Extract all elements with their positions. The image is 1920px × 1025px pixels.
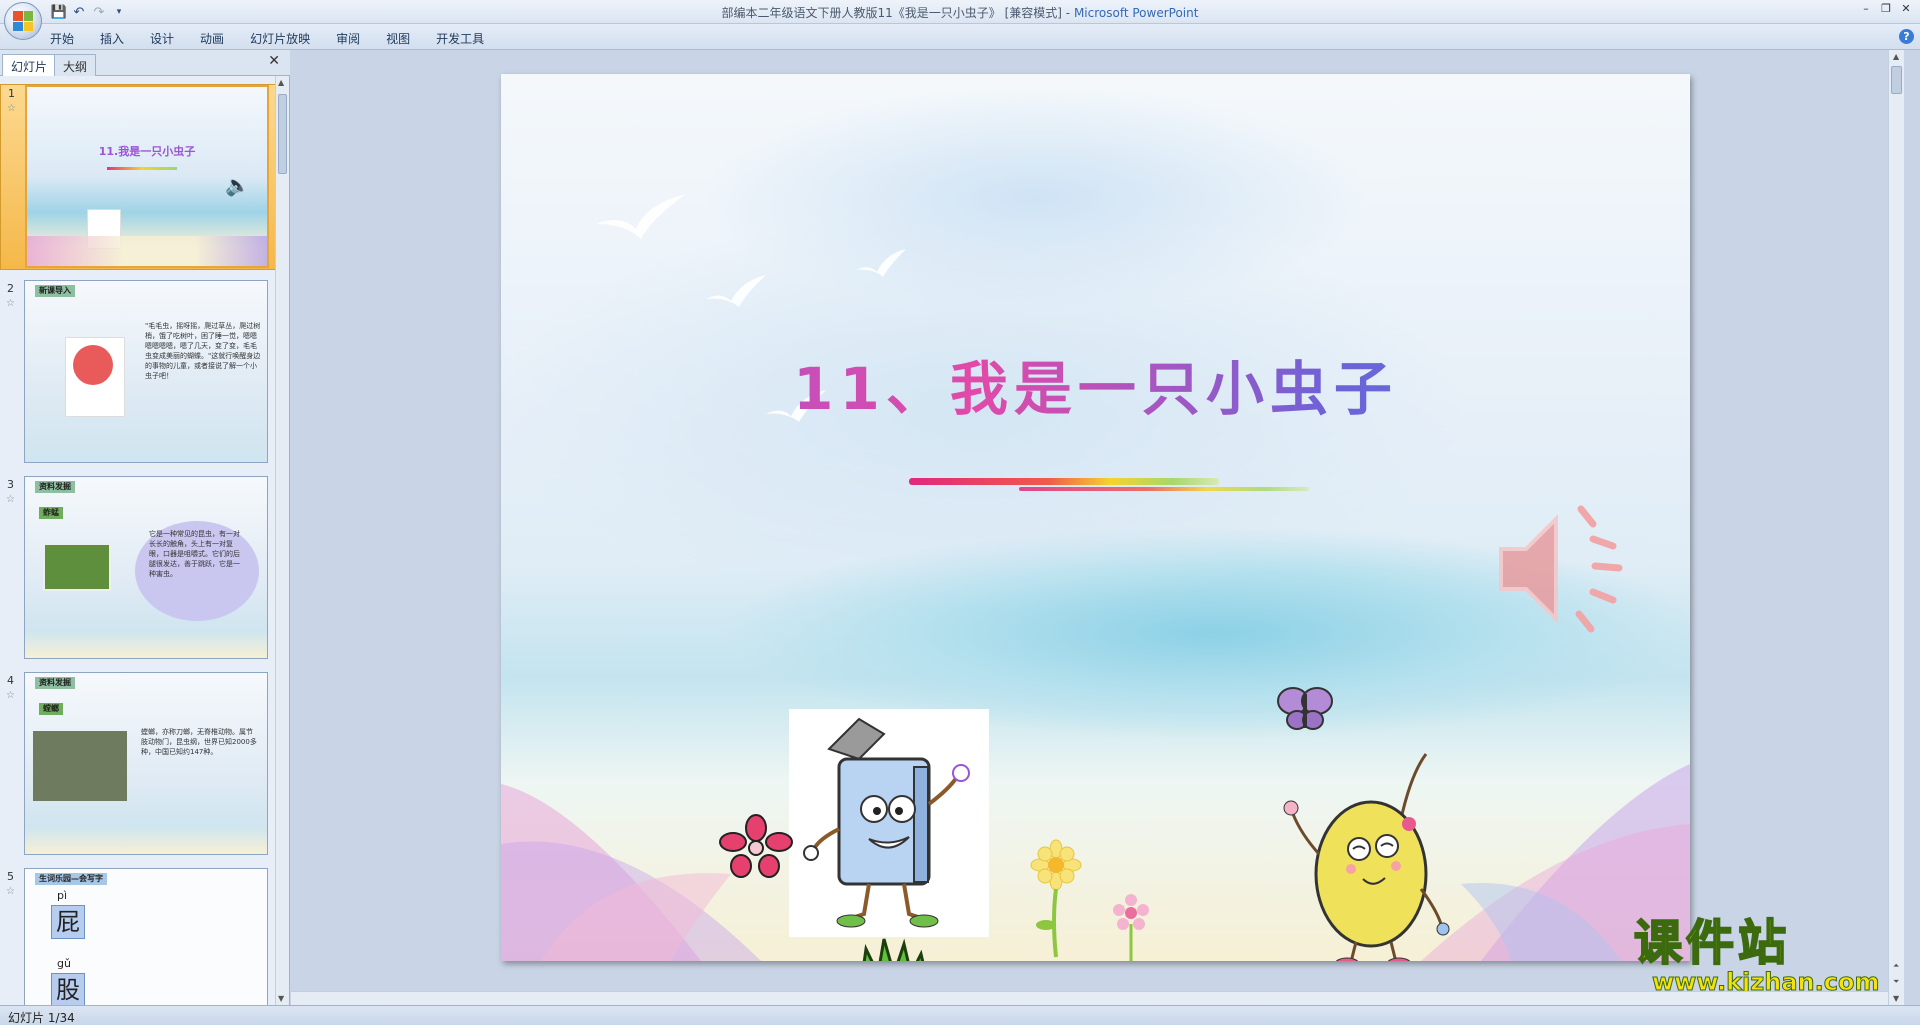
document-title: 部编本二年级语文下册人教版11《我是一只小虫子》 [兼容模式] -	[721, 6, 1074, 20]
thumbnail-header: 新课导入	[35, 285, 75, 297]
thumbnail-slide-1[interactable]: 1 ☆ 11.我是一只小虫子 🔈	[0, 84, 276, 270]
tab-home[interactable]: 开始	[50, 30, 74, 47]
prev-slide-icon[interactable]: ⏶	[1893, 961, 1899, 971]
thumbnail-preview: 生词乐园—会写字 pì 屁 gǔ 股	[24, 868, 268, 1005]
scroll-down-icon[interactable]: ▼	[1893, 994, 1899, 1003]
tab-slideshow[interactable]: 幻灯片放映	[250, 30, 310, 47]
bird-icon	[856, 249, 906, 277]
thumbnail-text: "毛毛虫，摇呀摇，爬过草丛，爬过树梢，饿了吃树叶，困了睡一觉，嗯嗯嗯嗯嗯嗯，嗯了…	[145, 322, 261, 380]
thumbnail-title: 11.我是一只小虫子	[98, 145, 196, 158]
thumbnail-slide-5[interactable]: 5 ☆ 生词乐园—会写字 pì 屁 gǔ 股	[0, 868, 276, 1005]
close-button[interactable]: ✕	[1896, 2, 1916, 18]
horizontal-scrollbar[interactable]	[291, 991, 1888, 1005]
pane-tabs: 幻灯片 大纲 ✕	[0, 50, 290, 76]
slides-pane: 幻灯片 大纲 ✕ 1 ☆ 11.我是一只小虫子 🔈 2 ☆ 新课导入 "毛毛虫，…	[0, 50, 290, 1005]
pink-flower-icon	[1113, 894, 1149, 961]
thumbnail-text: 螳螂，亦称刀螂，无脊椎动物。属节肢动物门，昆虫纲，世界已知2000多种，中国已知…	[141, 728, 257, 756]
animation-star-icon: ☆	[6, 494, 15, 505]
character-card: 股	[51, 973, 85, 1005]
watermark-logo: 课件站 www.kjzhan.com	[1633, 915, 1884, 997]
slide-number: 1	[8, 87, 15, 100]
book-character-image[interactable]	[789, 709, 989, 937]
tab-animations[interactable]: 动画	[200, 30, 224, 47]
status-bar: 幻灯片 1/34	[0, 1005, 1920, 1025]
ribbon: 开始 插入 设计 动画 幻灯片放映 审阅 视图 开发工具 ?	[0, 24, 1920, 50]
slide-number: 5	[7, 870, 14, 883]
tab-developer[interactable]: 开发工具	[436, 30, 484, 47]
slide-number: 4	[7, 674, 14, 687]
office-button[interactable]	[4, 2, 42, 40]
next-slide-icon[interactable]: ⏷	[1893, 977, 1899, 987]
watermark-text: 课件站	[1633, 915, 1791, 971]
slide-number: 3	[7, 478, 14, 491]
thumbnail-header: 生词乐园—会写字	[35, 873, 107, 885]
potato-character-icon	[1283, 753, 1450, 961]
animation-star-icon: ☆	[6, 886, 15, 897]
thumbnail-list: 1 ☆ 11.我是一只小虫子 🔈 2 ☆ 新课导入 "毛毛虫，摇呀摇，爬过草丛，…	[0, 76, 276, 1005]
minimize-button[interactable]: –	[1856, 2, 1876, 18]
bird-icon	[706, 275, 766, 307]
thumbnail-text: 它是一种常见的昆虫，有一对长长的触角，头上有一对复眼，口器是咀嚼式。它们的后腿很…	[149, 530, 240, 578]
scroll-down-icon[interactable]: ▼	[278, 994, 284, 1003]
office-logo-icon	[13, 11, 33, 31]
scroll-thumb[interactable]	[278, 94, 287, 174]
thumbnail-preview: 资料发掘 螳螂 螳螂，亦称刀螂，无脊椎动物。属节肢动物门，昆虫纲，世界已知200…	[24, 672, 268, 855]
tab-review[interactable]: 审阅	[336, 30, 360, 47]
thumbnail-scrollbar[interactable]: ▲ ▼	[275, 76, 289, 1005]
scroll-up-icon[interactable]: ▲	[1893, 52, 1899, 61]
tab-insert[interactable]: 插入	[100, 30, 124, 47]
pinyin: pì	[57, 889, 68, 902]
close-pane-icon[interactable]: ✕	[268, 53, 280, 69]
thumbnail-header: 资料发掘	[35, 481, 75, 493]
scroll-thumb[interactable]	[1891, 66, 1902, 94]
thumbnail-preview: 资料发掘 蚱蜢 它是一种常见的昆虫，有一对长长的触角，头上有一对复眼，口器是咀嚼…	[24, 476, 268, 659]
slide-editor: 11、我是一只小虫子 课件站 www.kjzhan.com ▲ ⏶ ⏷ ▼	[291, 50, 1904, 1005]
bird-icon	[596, 194, 686, 239]
window-title: 部编本二年级语文下册人教版11《我是一只小虫子》 [兼容模式] - Micros…	[0, 4, 1920, 21]
ribbon-tabs: 开始 插入 设计 动画 幻灯片放映 审阅 视图 开发工具	[50, 30, 510, 47]
yellow-flower-icon	[1030, 839, 1082, 958]
crayon-stroke-decoration	[909, 478, 1309, 491]
tab-slides[interactable]: 幻灯片	[2, 54, 57, 76]
slide-title[interactable]: 11、我是一只小虫子	[501, 342, 1690, 426]
restore-button[interactable]: ❐	[1876, 2, 1896, 18]
red-flower-icon	[719, 814, 793, 878]
scroll-up-icon[interactable]: ▲	[278, 78, 284, 87]
thumbnail-tag: 蚱蜢	[39, 507, 63, 519]
animation-star-icon: ☆	[6, 298, 15, 309]
thumbnail-preview: 新课导入 "毛毛虫，摇呀摇，爬过草丛，爬过树梢，饿了吃树叶，困了睡一觉，嗯嗯嗯嗯…	[24, 280, 268, 463]
tab-view[interactable]: 视图	[386, 30, 410, 47]
animation-star-icon: ☆	[6, 690, 15, 701]
tab-outline[interactable]: 大纲	[54, 54, 97, 76]
thumbnail-header: 资料发掘	[35, 677, 75, 689]
thumbnail-slide-4[interactable]: 4 ☆ 资料发掘 螳螂 螳螂，亦称刀螂，无脊椎动物。属节肢动物门，昆虫纲，世界已…	[0, 672, 276, 858]
thumbnail-preview: 11.我是一只小虫子 🔈	[25, 85, 269, 268]
speaker-icon: 🔈	[225, 173, 250, 197]
petal-background-decoration	[501, 764, 1690, 961]
slide-count-status: 幻灯片 1/34	[8, 1011, 75, 1025]
animation-star-icon: ☆	[7, 103, 16, 114]
pinyin: gǔ	[57, 957, 71, 970]
thumbnail-slide-3[interactable]: 3 ☆ 资料发掘 蚱蜢 它是一种常见的昆虫，有一对长长的触角，头上有一对复眼，口…	[0, 476, 276, 662]
slide-number: 2	[7, 282, 14, 295]
slide-canvas[interactable]: 11、我是一只小虫子	[501, 74, 1690, 961]
thumbnail-slide-2[interactable]: 2 ☆ 新课导入 "毛毛虫，摇呀摇，爬过草丛，爬过树梢，饿了吃树叶，困了睡一觉，…	[0, 280, 276, 466]
grass-icon	[862, 938, 925, 961]
speaker-icon[interactable]	[1481, 494, 1641, 644]
help-icon[interactable]: ?	[1899, 29, 1914, 44]
tab-design[interactable]: 设计	[150, 30, 174, 47]
thumbnail-tag: 螳螂	[39, 703, 63, 715]
vertical-scrollbar[interactable]: ▲ ⏶ ⏷ ▼	[1888, 50, 1904, 1005]
character-card: 屁	[51, 905, 85, 939]
title-bar: 💾 ↶ ↷ ▾ 部编本二年级语文下册人教版11《我是一只小虫子》 [兼容模式] …	[0, 0, 1920, 40]
app-name: Microsoft PowerPoint	[1073, 6, 1199, 20]
